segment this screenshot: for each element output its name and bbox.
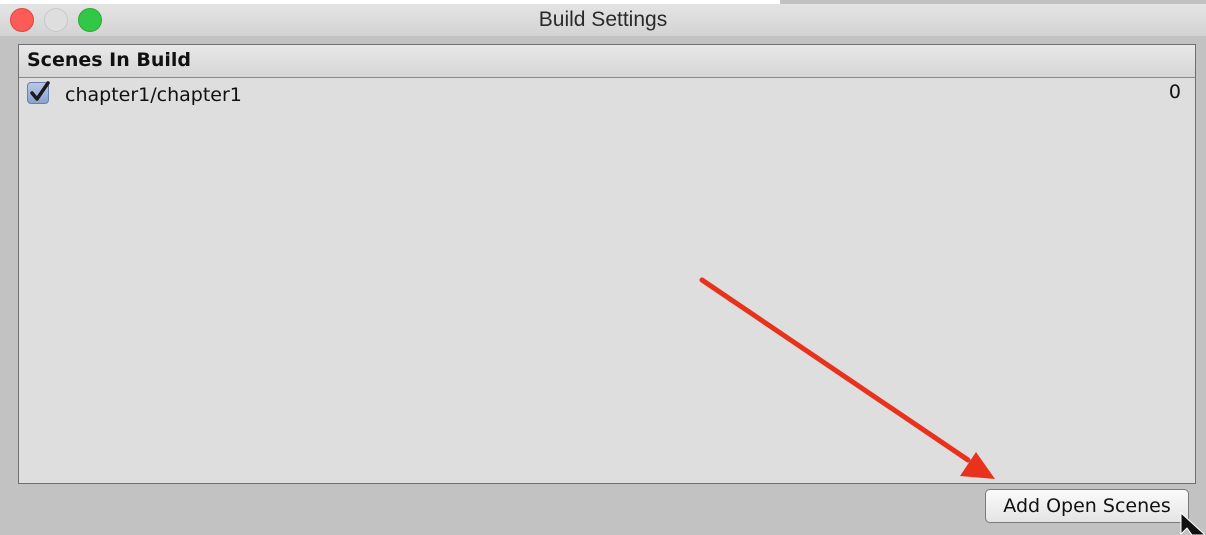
scene-include-checkbox[interactable] [27, 81, 50, 104]
scene-name: chapter1/chapter1 [65, 84, 242, 106]
scenes-in-build-panel: Scenes In Build chapter1/chapter1 0 [18, 44, 1196, 484]
scene-build-index: 0 [1168, 81, 1181, 103]
checkmark-icon [30, 81, 50, 101]
scenes-panel-title: Scenes In Build [27, 49, 192, 71]
window-title: Build Settings [538, 8, 668, 31]
scene-list-item[interactable]: chapter1/chapter1 0 [19, 81, 1195, 113]
build-settings-window: Build Settings Scenes In Build chapter1/… [0, 0, 1206, 535]
add-open-scenes-button[interactable]: Add Open Scenes [985, 489, 1189, 523]
title-bar[interactable]: Build Settings [0, 4, 1206, 36]
mouse-cursor-icon [1180, 512, 1205, 535]
scenes-panel-header: Scenes In Build [19, 45, 1195, 78]
